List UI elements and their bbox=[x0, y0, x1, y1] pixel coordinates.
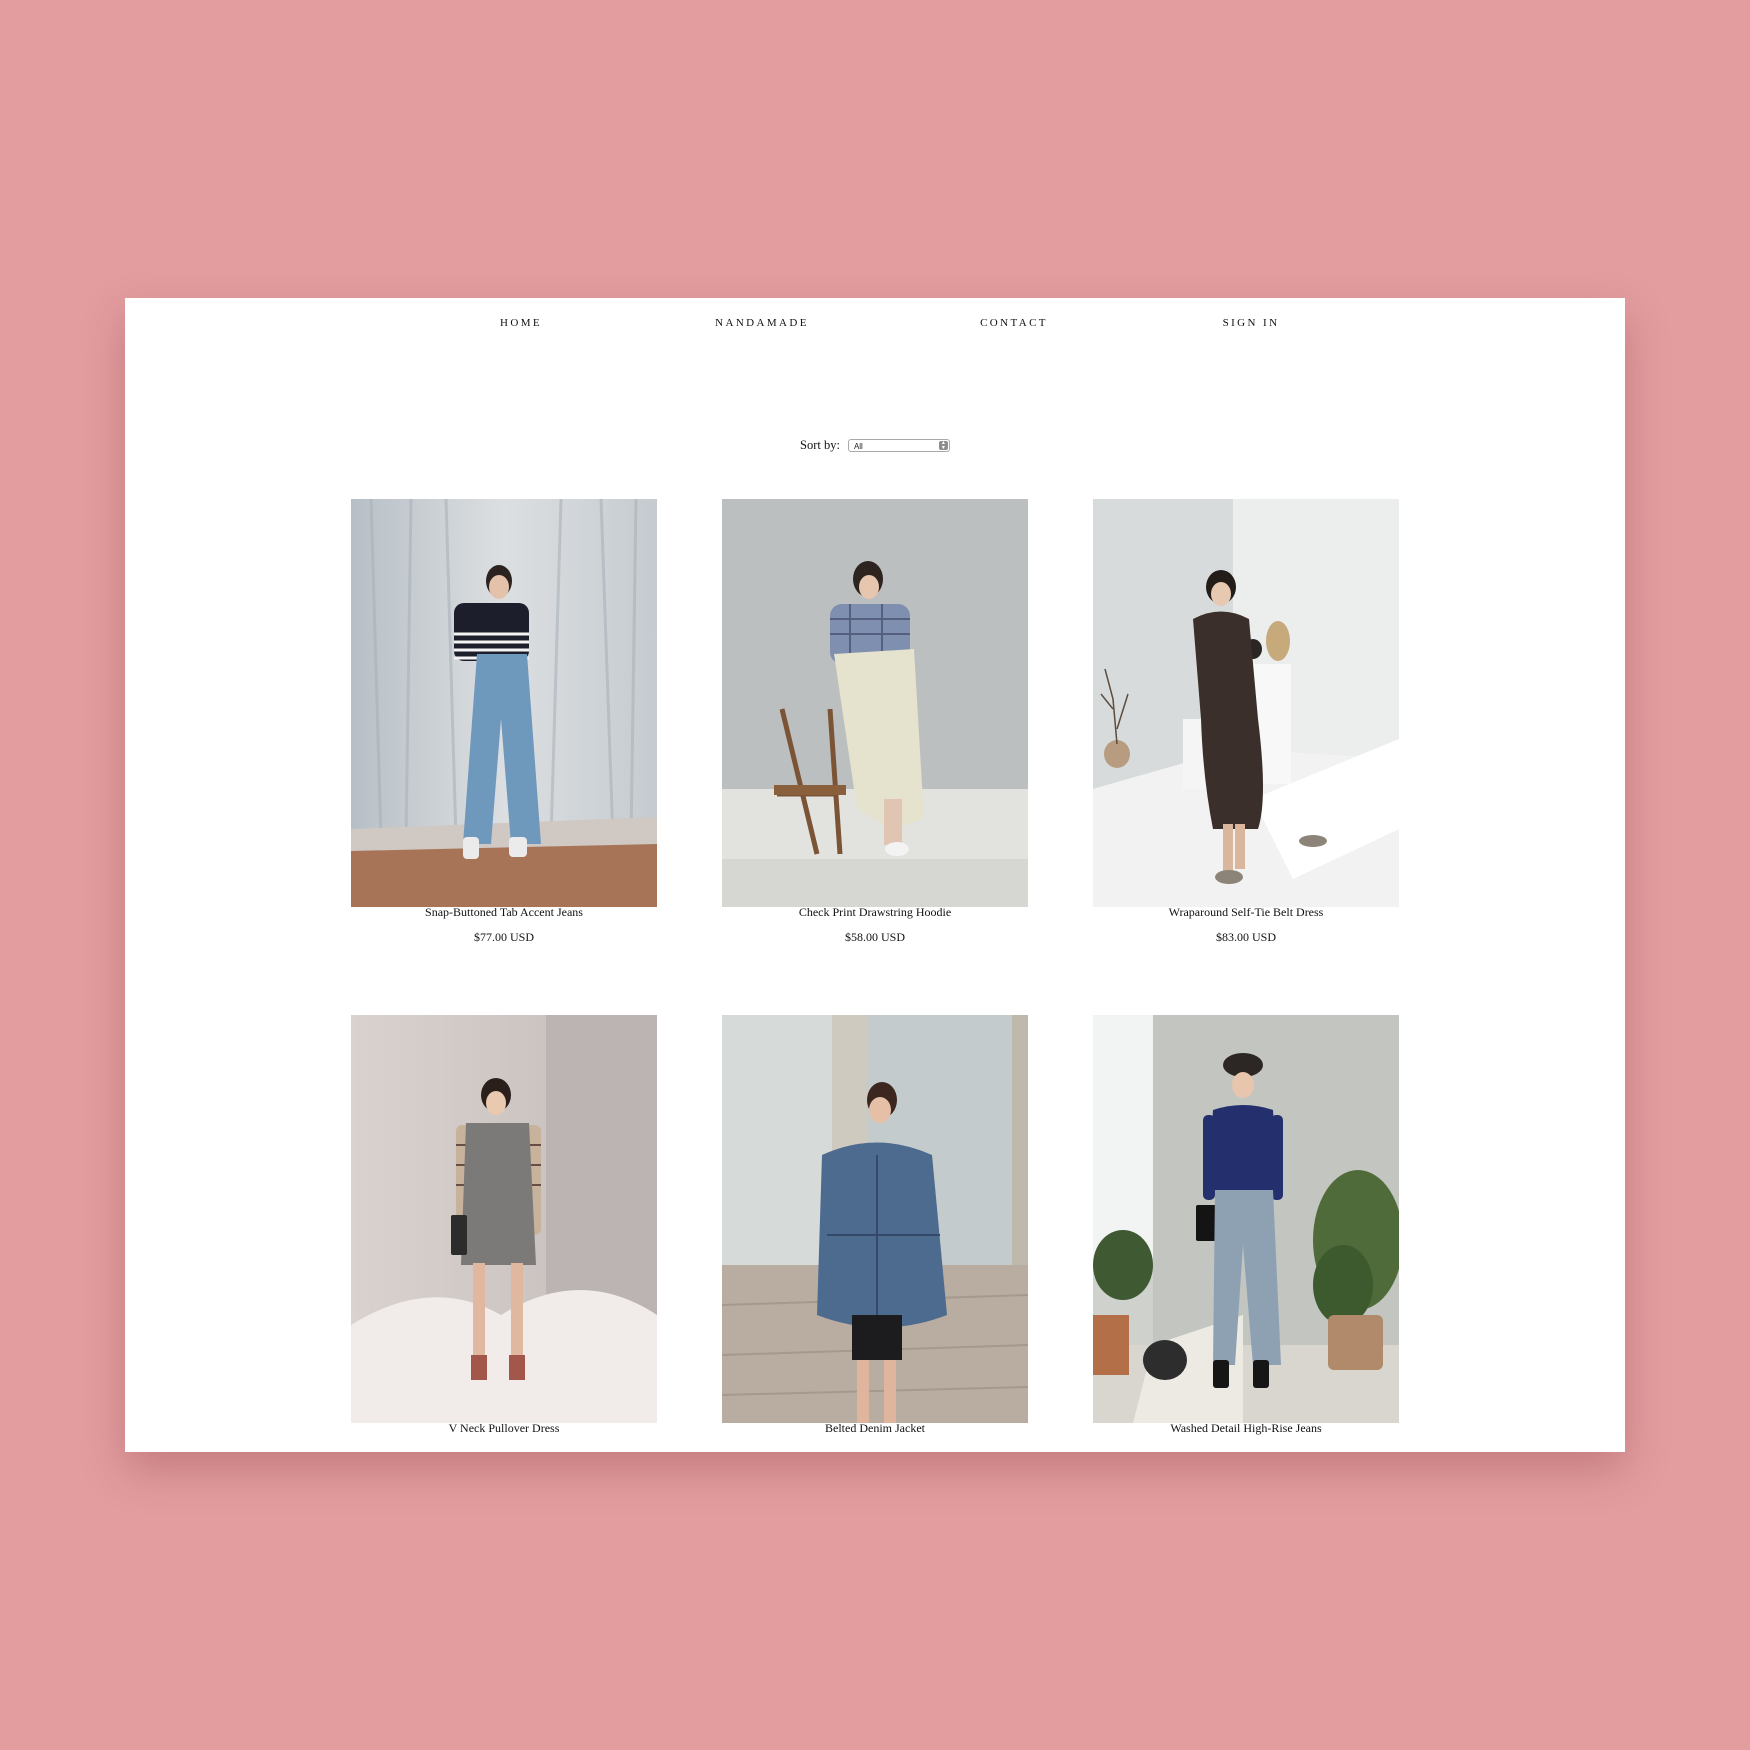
product-image[interactable] bbox=[722, 499, 1028, 907]
product-image[interactable] bbox=[1093, 499, 1399, 907]
product-image[interactable] bbox=[351, 499, 657, 907]
product-price: $58.00 USD bbox=[844, 930, 905, 944]
sort-selected-value: All bbox=[853, 442, 863, 451]
select-arrows-icon: ▴ ▾ bbox=[938, 440, 948, 451]
product-name[interactable]: Belted Denim Jacket bbox=[722, 1421, 1028, 1436]
product-image[interactable] bbox=[351, 1015, 657, 1423]
product-price: $77.00 USD bbox=[473, 930, 534, 944]
nav-sign-in-link[interactable]: SIGN IN bbox=[1223, 317, 1280, 329]
nav-nandamade-link[interactable]: NANDAMADE bbox=[715, 317, 809, 329]
product-card[interactable]: Snap-Buttoned Tab Accent Jeans $77.00 US… bbox=[351, 499, 657, 944]
product-image[interactable] bbox=[1093, 1015, 1399, 1423]
product-image[interactable] bbox=[722, 1015, 1028, 1423]
product-card[interactable]: Belted Denim Jacket bbox=[722, 1015, 1028, 1435]
product-name[interactable]: Check Print Drawstring Hoodie bbox=[722, 905, 1028, 920]
product-price: $83.00 USD bbox=[1215, 930, 1276, 944]
product-name[interactable]: Wraparound Self-Tie Belt Dress bbox=[1093, 905, 1399, 920]
sort-control: Sort by: All ▴ ▾ bbox=[800, 438, 950, 453]
product-name[interactable]: Snap-Buttoned Tab Accent Jeans bbox=[351, 905, 657, 920]
product-name[interactable]: V Neck Pullover Dress bbox=[351, 1421, 657, 1436]
nav-contact-link[interactable]: CONTACT bbox=[980, 317, 1048, 329]
product-card[interactable]: V Neck Pullover Dress bbox=[351, 1015, 657, 1435]
product-card[interactable]: Wraparound Self-Tie Belt Dress $83.00 US… bbox=[1093, 499, 1399, 944]
sort-label: Sort by: bbox=[800, 438, 840, 452]
browser-page: HOME NANDAMADE CONTACT SIGN IN Sort by: … bbox=[125, 298, 1625, 1452]
nav-home-link[interactable]: HOME bbox=[500, 317, 542, 329]
sort-select[interactable]: All ▴ ▾ bbox=[847, 439, 950, 452]
top-navigation: HOME NANDAMADE CONTACT SIGN IN bbox=[125, 317, 1625, 341]
product-card[interactable]: Check Print Drawstring Hoodie $58.00 USD bbox=[722, 499, 1028, 944]
product-card[interactable]: Washed Detail High-Rise Jeans bbox=[1093, 1015, 1399, 1435]
product-name[interactable]: Washed Detail High-Rise Jeans bbox=[1093, 1421, 1399, 1436]
